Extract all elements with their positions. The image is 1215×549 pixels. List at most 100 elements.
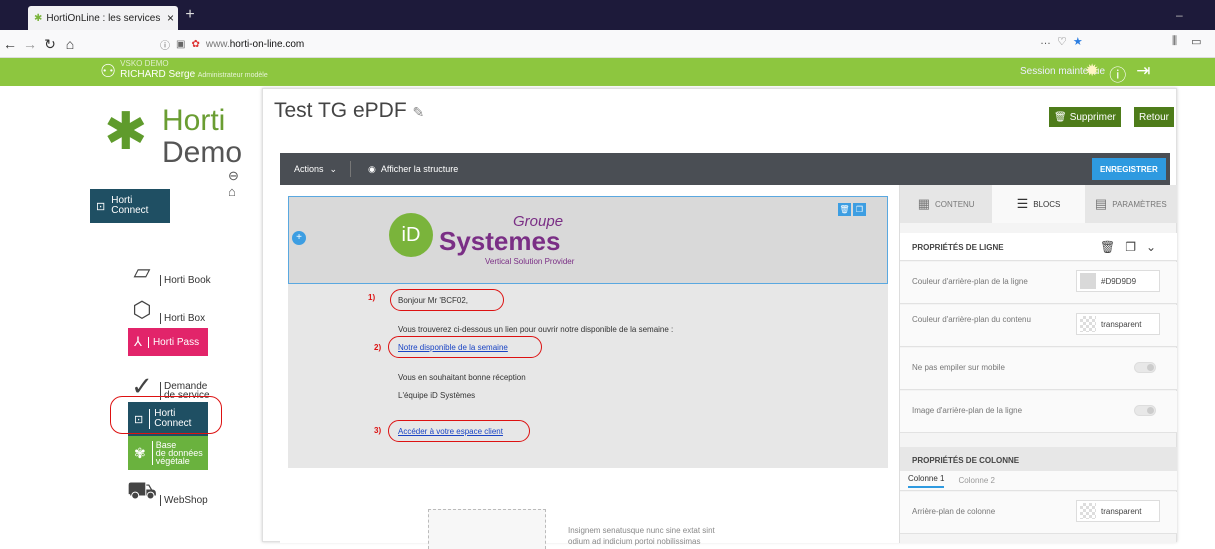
no-stack-mobile-toggle[interactable] <box>1134 362 1156 373</box>
url-domain: horti-on-line.com <box>229 38 305 50</box>
page-title: Test TG ePDF ✎ <box>274 99 424 123</box>
save-button[interactable]: ENREGISTRER <box>1092 158 1166 180</box>
sidebar-item-horti-box[interactable]: ⬡ Horti Box <box>128 292 238 324</box>
email-signature: L'équipe iD Systèmes <box>398 391 475 400</box>
content-bg-color-label: Couleur d'arrière-plan du contenu <box>912 315 1031 324</box>
delete-row-icon[interactable]: 🗑 <box>838 203 851 216</box>
row-actions: 🗑 ❐ <box>838 203 866 216</box>
chevron-down-icon[interactable]: ⌄ <box>1146 240 1156 254</box>
gear-icon[interactable]: ✹ <box>1085 61 1099 86</box>
leaf-logo-icon: ✱ <box>104 103 148 161</box>
tab-close-icon[interactable]: × <box>167 11 178 25</box>
sidebar-icon[interactable]: ▭ <box>1191 35 1201 48</box>
back-label: Retour <box>1139 111 1170 123</box>
logo-text-top: Horti <box>162 104 226 137</box>
line-properties-header: PROPRIÉTÉS DE LIGNE 🗑 ❐ ⌄ <box>900 233 1177 261</box>
forward-arrow-icon[interactable]: → <box>20 34 40 54</box>
info-icon[interactable]: ⓘ <box>160 37 170 52</box>
settings-list-icon: ▤ <box>1094 196 1108 211</box>
toolbar-icons: ⫼ ▭ <box>1172 35 1201 48</box>
back-circle-icon[interactable]: ⊖ <box>228 168 239 184</box>
more-actions-icon[interactable]: … <box>1040 35 1051 48</box>
new-tab-button[interactable]: + <box>180 6 200 26</box>
plant-icon: ✾ <box>134 444 146 461</box>
brand-tagline: Vertical Solution Provider <box>485 257 575 266</box>
bookmark-star-icon[interactable]: ★ <box>1073 35 1083 48</box>
duplicate-icon[interactable]: ❐ <box>1125 240 1136 254</box>
back-arrow-icon[interactable]: ← <box>0 34 20 54</box>
email-header-row[interactable]: + 🗑 ❐ iD Groupe Systemes Vertical Soluti… <box>288 196 888 284</box>
edit-icon[interactable]: ✎ <box>413 104 425 120</box>
tab-label: PARAMÈTRES <box>1112 199 1167 209</box>
delete-label: Supprimer <box>1069 111 1116 123</box>
no-stack-mobile-label: Ne pas empiler sur mobile <box>912 363 1005 372</box>
logout-icon[interactable]: ⇥ <box>1136 61 1150 86</box>
reload-icon[interactable]: ↻ <box>40 34 60 54</box>
show-structure-toggle[interactable]: ◉ Afficher la structure <box>368 164 458 175</box>
horti-connect-header-button[interactable]: ⊡ Horti Connect <box>90 189 170 223</box>
line-header-actions: 🗑 ❐ ⌄ <box>1100 240 1156 254</box>
library-icon[interactable]: ⫼ <box>1172 35 1177 48</box>
tab-parametres[interactable]: ▤ PARAMÈTRES <box>1084 185 1177 223</box>
row-bg-color-picker[interactable]: #D9D9D9 <box>1076 270 1160 292</box>
tab-blocs[interactable]: ☰ BLOCS <box>992 185 1085 223</box>
row-bg-image-setting: Image d'arrière-plan de la ligne <box>900 391 1177 433</box>
home-icon[interactable]: ⌂ <box>60 34 80 54</box>
annotation-circle-horti-connect <box>110 396 222 434</box>
availability-link[interactable]: Notre disponible de la semaine <box>398 343 508 352</box>
actions-menu[interactable]: Actions ⌄ <box>294 164 337 175</box>
connect-icon: ⊡ <box>96 200 106 213</box>
grid-icon: ▦ <box>917 196 931 211</box>
pocket-icon[interactable]: ♡ <box>1057 35 1067 48</box>
url-bar[interactable]: ⓘ ▣ ✿ www.horti-on-line.com <box>160 35 1095 53</box>
tab-column-2[interactable]: Colonne 2 <box>958 476 994 485</box>
toolbar-divider <box>350 161 351 177</box>
user-name: RICHARD Serge <box>120 69 196 80</box>
eye-icon: ◉ <box>368 164 376 174</box>
tab-column-1[interactable]: Colonne 1 <box>908 474 945 488</box>
content-bg-color-setting: Couleur d'arrière-plan du contenu transp… <box>900 305 1177 347</box>
user-info: ⚇ VSKO DEMO RICHARD Serge Administrateur… <box>100 58 268 84</box>
shield-icon[interactable]: ▣ <box>176 39 185 50</box>
content-bg-color-value: transparent <box>1101 319 1142 329</box>
sample-text-block[interactable]: Insignem senatusque nunc sine extat sint… <box>568 525 715 547</box>
sidebar-item-base-vegetale[interactable]: ✾ Base de données végétale <box>128 436 208 470</box>
marker-3: 3) <box>374 426 382 435</box>
trash-icon[interactable]: 🗑 <box>1100 240 1115 254</box>
back-button[interactable]: Retour <box>1134 107 1175 127</box>
column-bg-label: Arrière-plan de colonne <box>912 507 996 516</box>
sidebar-item-horti-book[interactable]: ▱ Horti Book <box>128 254 238 286</box>
signature-prefix: L'équipe <box>398 391 431 400</box>
trash-icon: 🗑 <box>1054 111 1067 123</box>
actions-label: Actions <box>294 164 324 174</box>
tab-title: HortiOnLine : les services en lig <box>46 12 163 24</box>
row-bg-image-toggle[interactable] <box>1134 405 1156 416</box>
column-bg-picker[interactable]: transparent <box>1076 500 1160 522</box>
signature-suffix: Systèmes <box>437 391 476 400</box>
horti-demo-logo[interactable]: ✱ Horti Demo <box>100 98 250 169</box>
sidebar-item-label: Horti Pass <box>147 336 199 348</box>
show-structure-label: Afficher la structure <box>380 164 459 174</box>
sidebar-item-webshop[interactable]: ⛟ WebShop <box>127 474 238 506</box>
duplicate-row-icon[interactable]: ❐ <box>853 203 866 216</box>
email-closing: Vous en souhaitant bonne réception <box>398 373 526 382</box>
rows-icon: ☰ <box>1016 196 1029 211</box>
info-circle-icon[interactable]: ⓘ <box>1109 61 1126 86</box>
header-icons: ✹ ⓘ ⇥ <box>1085 61 1151 86</box>
row-bg-image-label: Image d'arrière-plan de la ligne <box>912 406 1023 415</box>
sidebar-item-horti-pass[interactable]: ⅄ Horti Pass <box>128 328 208 356</box>
move-row-icon[interactable]: + <box>292 231 306 245</box>
url-text[interactable]: www.horti-on-line.com <box>206 39 304 50</box>
home-small-icon[interactable]: ⌂ <box>228 184 236 199</box>
content-bg-color-picker[interactable]: transparent <box>1076 313 1160 335</box>
sidebar-item-demande-service[interactable]: ✓ Demande de service <box>128 366 238 401</box>
delete-button[interactable]: 🗑 Supprimer <box>1049 107 1121 127</box>
minimize-window-icon[interactable]: – <box>1176 8 1183 22</box>
sample-text-line-1: Insignem senatusque nunc sine extat sint <box>568 526 715 535</box>
transparent-swatch <box>1080 503 1096 519</box>
client-area-link[interactable]: Accéder à votre espace client <box>398 427 503 436</box>
user-role: Administrateur modèle <box>197 72 268 79</box>
tab-contenu[interactable]: ▦ CONTENU <box>900 185 993 223</box>
image-placeholder[interactable] <box>428 509 546 549</box>
browser-tab[interactable]: ✱ HortiOnLine : les services en lig × <box>28 6 178 30</box>
